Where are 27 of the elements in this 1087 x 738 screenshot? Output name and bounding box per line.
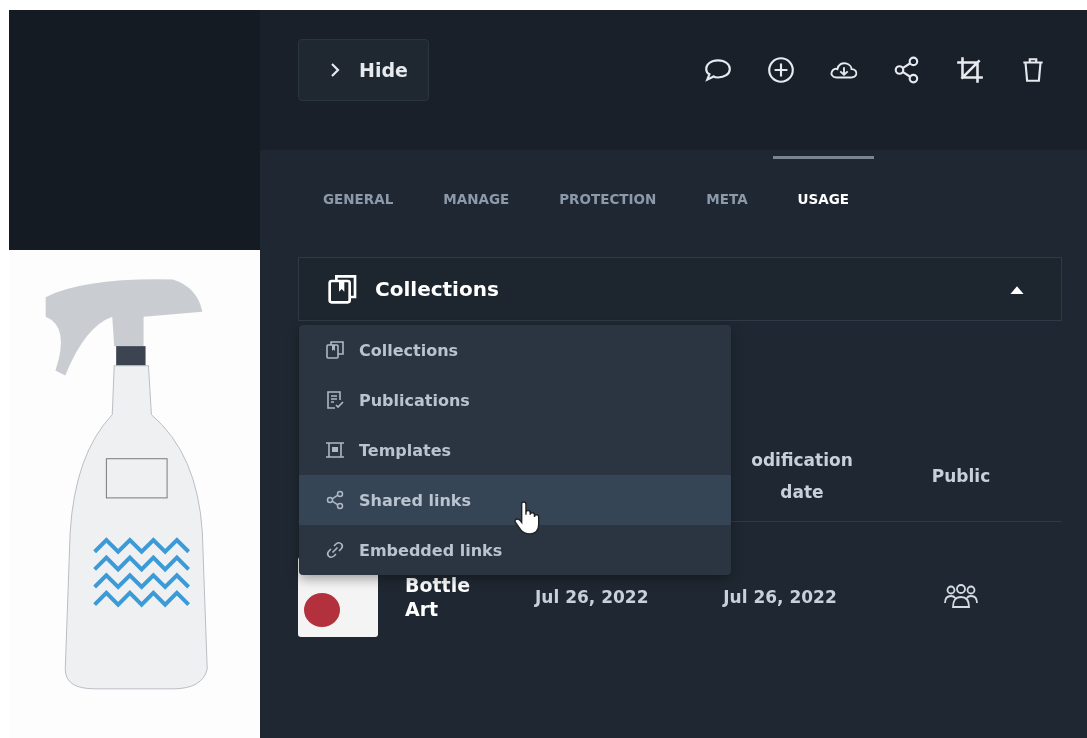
crop-icon[interactable] <box>955 55 985 85</box>
add-icon[interactable] <box>766 55 796 85</box>
menu-item[interactable]: Collections <box>299 325 731 375</box>
share-icon <box>325 490 345 510</box>
collections-icon <box>325 340 345 360</box>
chevron-right-icon <box>329 62 341 78</box>
column-header: Public <box>930 465 992 488</box>
select-value: Collections <box>375 277 500 301</box>
tab[interactable]: GENERAL <box>298 156 419 220</box>
tab[interactable]: MANAGE <box>418 156 535 220</box>
usage-select[interactable]: Collections <box>298 257 1062 321</box>
menu-item[interactable]: Templates <box>299 425 731 475</box>
hand-cursor-icon <box>514 501 540 535</box>
tab[interactable]: PROTECTION <box>534 156 682 220</box>
table-cell-text: Jul 26, 2022 <box>721 587 838 607</box>
tab[interactable]: USAGE <box>772 156 875 220</box>
hide-button[interactable]: Hide <box>298 39 429 101</box>
column-header: odification date <box>750 449 854 504</box>
document-check-icon <box>325 390 345 410</box>
table-cell-text: Jul 26, 2022 <box>533 587 650 607</box>
collections-icon <box>327 273 359 305</box>
menu-item[interactable]: Publications <box>299 375 731 425</box>
asset-name: Bottle Art <box>405 573 472 621</box>
link-icon <box>325 540 345 560</box>
tab[interactable]: META <box>681 156 773 220</box>
menu-item[interactable]: Embedded links <box>299 525 731 575</box>
template-icon <box>325 440 345 460</box>
